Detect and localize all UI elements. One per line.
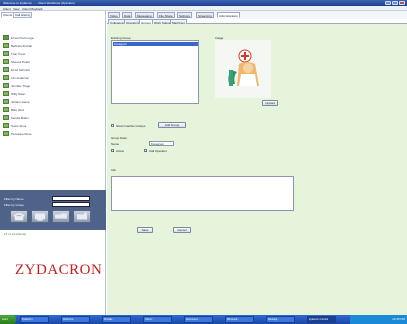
add-group-button[interactable]: Add Group [158,122,186,128]
call-operator-label: Call Operator [149,149,167,153]
tab-call-history[interactable]: Call History [13,12,33,18]
main-tabs: Video Data Messaging File Share Settings… [107,11,407,19]
client-item[interactable]: Johann Heine [3,99,103,105]
active-checkbox[interactable] [111,149,114,152]
phone-icon [13,213,25,221]
tab-messaging[interactable]: Messaging [135,12,154,18]
client-name: Barbara Zinclair [11,44,33,48]
close-button[interactable] [399,1,405,5]
tab-file-share[interactable]: File Share [157,12,175,18]
taskbar-item[interactable]: Microsoft... [225,316,254,323]
taskbar-item[interactable]: Client... [143,316,172,323]
tab-administration[interactable]: Administration [217,12,241,18]
tab-data[interactable]: Data [122,12,133,18]
client-name: Ernst Schmidt [11,68,30,72]
call-operator-checkbox[interactable] [144,149,147,152]
list-item[interactable]: Caregiver [113,42,198,46]
client-name: Fran Tuner [11,52,26,56]
client-status-icon [3,115,9,120]
tab-video[interactable]: Video [108,12,120,18]
tab-settings[interactable]: Settings [177,12,192,18]
client-status-icon [3,67,9,72]
client-name: Penelope Rose [11,132,32,136]
client-status-icon [3,123,9,128]
client-status-icon [3,35,9,40]
group-list[interactable]: Caregiver [111,40,199,104]
taskbar-item[interactable]: Welcome [61,316,90,323]
group-image [215,40,271,98]
info-label: Info [111,168,117,172]
client-name: Johann Heine [11,100,30,104]
group-details-title: Group Data [111,136,127,140]
start-button[interactable]: start [0,315,16,324]
taskbar-item[interactable]: Zydacron Control [307,316,336,323]
filter-group-input[interactable] [52,202,90,207]
taskbar: start Zydacron Welcome Mozilla... Client...… [0,315,407,324]
client-status-icon [3,131,9,136]
minimize-button[interactable] [385,1,391,5]
clock: 12:45 PM [392,317,405,321]
taskbar-item[interactable]: Desktop... [266,316,295,323]
client-status-icon [3,51,9,56]
upload-button[interactable]: Upload [262,100,278,106]
show-inactive-label: Show Inactive Groups [116,124,146,128]
client-item[interactable]: Fran Tuner [3,51,103,57]
client-item[interactable]: Barbara Zinclair [3,43,103,49]
client-name: Lilo Anderson [11,76,30,80]
client-status-icon [3,59,9,64]
filter-name-label: Filter by Name [4,197,24,201]
broadcast-button[interactable] [73,210,91,223]
client-name: Ernest Kuhn-uga [11,36,34,40]
group-screen-icon [55,213,67,219]
nurse-icon [228,49,259,86]
call-button[interactable] [10,210,28,223]
client-name: Kandis Butler [11,116,29,120]
active-label: Active [116,149,125,153]
client-item[interactable]: Lilo Anderson [3,75,103,81]
client-name: Willy Steer [11,92,26,96]
client-status-icon [3,75,9,80]
client-item[interactable]: Ernst Schmidt [3,67,103,73]
tab-streaming[interactable]: Streaming [196,12,214,18]
client-status-icon [3,83,9,88]
maximize-button[interactable] [392,1,398,5]
client-item[interactable]: Susie Stout [3,123,103,129]
name-label: Name [111,142,120,146]
client-item[interactable]: Sheena Potter [3,59,103,65]
client-name: Susie Stout [11,124,27,128]
filter-name-input[interactable] [52,196,90,201]
client-item[interactable]: Willy Steer [3,91,103,97]
taskbar-item[interactable]: Zydacron [20,316,49,323]
client-status-icon [3,99,9,104]
show-inactive-checkbox[interactable] [111,124,114,127]
zydacron-logo: ZYDACRON [15,262,103,278]
filter-panel: Filter by Name Filter by Group [0,190,106,230]
client-status-icon [3,107,9,112]
filter-group-label: Filter by Group [4,203,24,207]
client-name: Blair Hind [11,108,25,112]
broadcast-icon [76,212,88,220]
client-item[interactable]: Blair Hind [3,107,103,113]
client-status-icon [3,91,9,96]
name-input[interactable]: Caregiver [149,141,174,146]
client-status-icon [3,43,9,48]
client-item[interactable]: Jennifer Trago [3,83,103,89]
client-name: Jennifer Trago [11,84,31,88]
info-textarea[interactable] [111,176,294,211]
client-count: 14 of 14 (clients) [4,232,27,236]
taskbar-item[interactable]: Mozilla... [102,316,131,323]
window-title: Welcome to Zydacron ... - Client Workboo… [3,1,75,5]
screen-icon [34,213,46,221]
save-button[interactable]: Save [137,227,153,233]
taskbar-item[interactable]: Document... [184,316,213,323]
video-call-button[interactable] [31,210,49,223]
group-call-button[interactable] [52,210,70,223]
client-item[interactable]: Penelope Rose [3,131,103,137]
client-item[interactable]: Kandis Butler [3,115,103,121]
system-tray: 12:45 PM [350,315,407,324]
client-name: Sheena Potter [11,60,31,64]
cancel-button[interactable]: Cancel [173,227,191,233]
client-item[interactable]: Ernest Kuhn-uga [3,35,103,41]
